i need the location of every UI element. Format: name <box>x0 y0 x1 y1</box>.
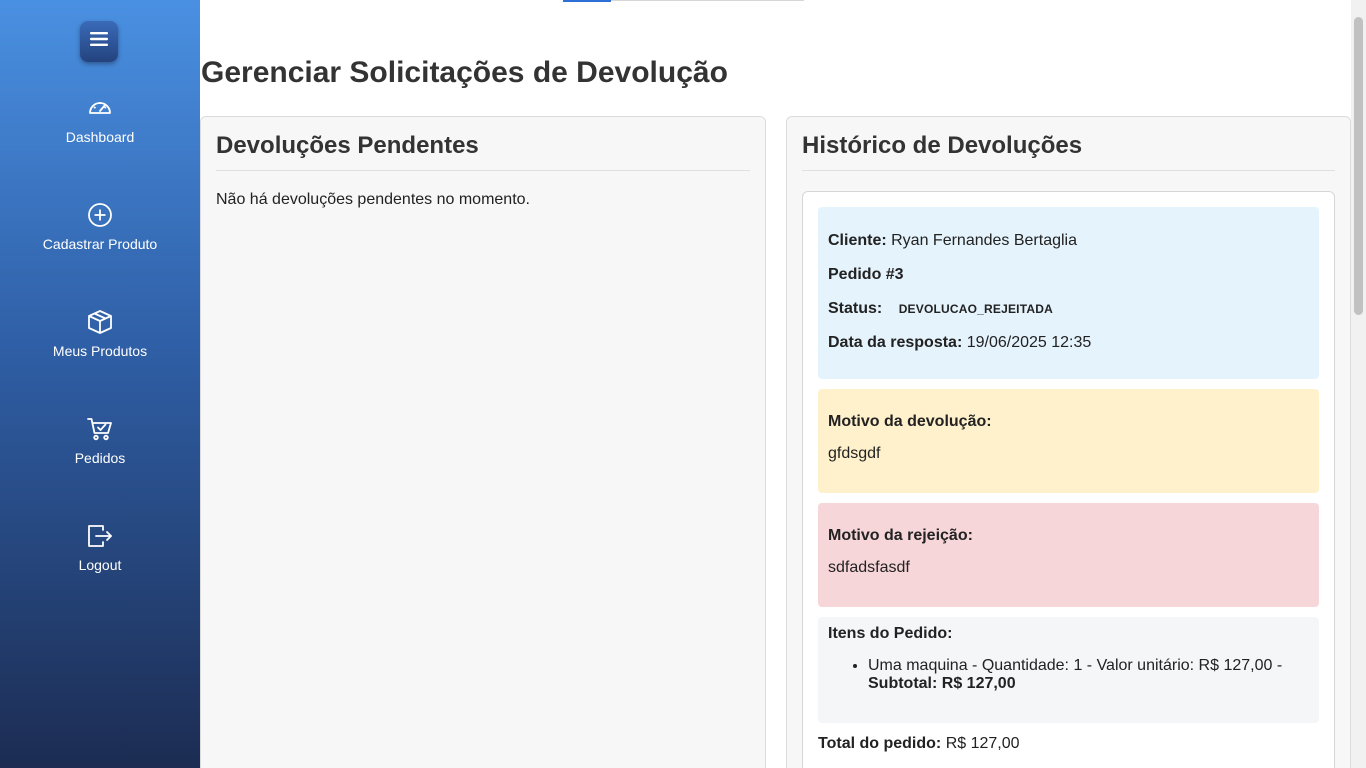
order-label: Pedido #3 <box>828 266 904 283</box>
return-history-card: Cliente: Ryan Fernandes Bertaglia Pedido… <box>802 191 1335 768</box>
sidebar-item-pedidos[interactable]: Pedidos <box>0 416 200 496</box>
rejection-reason-box: Motivo da rejeição: sdfadsfasdf <box>818 503 1319 607</box>
page-scrollbar[interactable] <box>1351 0 1366 768</box>
order-total-value: R$ 127,00 <box>945 735 1020 752</box>
sidebar-item-cadastrar-produto[interactable]: Cadastrar Produto <box>0 202 200 282</box>
page-title: Gerenciar Solicitações de Devolução <box>201 56 728 89</box>
sidebar-item-label: Logout <box>78 557 122 573</box>
sidebar-item-label: Meus Produtos <box>52 343 148 359</box>
item-description: Uma maquina - Quantidade: 1 - Valor unit… <box>868 657 1283 674</box>
return-reason-box: Motivo da devolução: gfdsgdf <box>818 389 1319 493</box>
pending-returns-title: Devoluções Pendentes <box>216 132 750 171</box>
sidebar: Dashboard Cadastrar Produto Meus Produto… <box>0 0 200 768</box>
return-reason-text: gfdsgdf <box>828 445 881 462</box>
active-tab-underline <box>563 0 611 2</box>
sidebar-item-label: Cadastrar Produto <box>42 236 158 252</box>
top-tab-indicator <box>563 0 804 2</box>
order-row: Pedido #3 <box>828 265 1309 299</box>
order-total-label: Total do pedido: <box>818 735 942 752</box>
plus-circle-icon <box>87 202 113 228</box>
item-subtotal: Subtotal: R$ 127,00 <box>868 675 1016 692</box>
logout-icon <box>87 523 113 549</box>
sidebar-item-meus-produtos[interactable]: Meus Produtos <box>0 309 200 389</box>
rejection-reason-title: Motivo da rejeição: <box>828 527 973 544</box>
order-items-box: Itens do Pedido: Uma maquina - Quantidad… <box>818 617 1319 723</box>
client-row: Cliente: Ryan Fernandes Bertaglia <box>828 231 1309 265</box>
pending-empty-message: Não há devoluções pendentes no momento. <box>216 191 530 208</box>
list-item: Uma maquina - Quantidade: 1 - Valor unit… <box>868 657 1309 693</box>
sidebar-item-label: Dashboard <box>65 129 135 145</box>
order-total-row: Total do pedido: R$ 127,00 <box>818 735 1319 753</box>
status-label: Status: <box>828 300 883 317</box>
returns-history-panel: Histórico de Devoluções Cliente: Ryan Fe… <box>786 116 1351 768</box>
status-row: Status: DEVOLUCAO_REJEITADA <box>828 299 1309 333</box>
dashboard-icon <box>87 95 113 121</box>
sidebar-item-dashboard[interactable]: Dashboard <box>0 95 200 175</box>
sidebar-item-label: Pedidos <box>74 450 126 466</box>
order-items-list: Uma maquina - Quantidade: 1 - Valor unit… <box>828 657 1309 693</box>
cart-check-icon <box>87 416 113 442</box>
return-info-box: Cliente: Ryan Fernandes Bertaglia Pedido… <box>818 207 1319 379</box>
box-icon <box>87 309 113 335</box>
returns-history-title: Histórico de Devoluções <box>802 132 1335 171</box>
menu-toggle-button[interactable] <box>80 21 118 62</box>
client-label: Cliente: <box>828 232 887 249</box>
return-reason-title: Motivo da devolução: <box>828 413 992 430</box>
status-badge: DEVOLUCAO_REJEITADA <box>898 302 1053 316</box>
pending-returns-panel: Devoluções Pendentes Não há devoluções p… <box>200 116 766 768</box>
sidebar-item-logout[interactable]: Logout <box>0 523 200 603</box>
response-date-label: Data da resposta: <box>828 334 963 351</box>
response-date-row: Data da resposta: 19/06/2025 12:35 <box>828 333 1309 367</box>
hamburger-icon <box>90 31 108 52</box>
order-items-title: Itens do Pedido: <box>828 625 953 642</box>
rejection-reason-text: sdfadsfasdf <box>828 559 910 576</box>
client-value: Ryan Fernandes Bertaglia <box>891 232 1078 249</box>
scrollbar-thumb[interactable] <box>1354 17 1363 315</box>
response-date-value: 19/06/2025 12:35 <box>966 334 1092 351</box>
